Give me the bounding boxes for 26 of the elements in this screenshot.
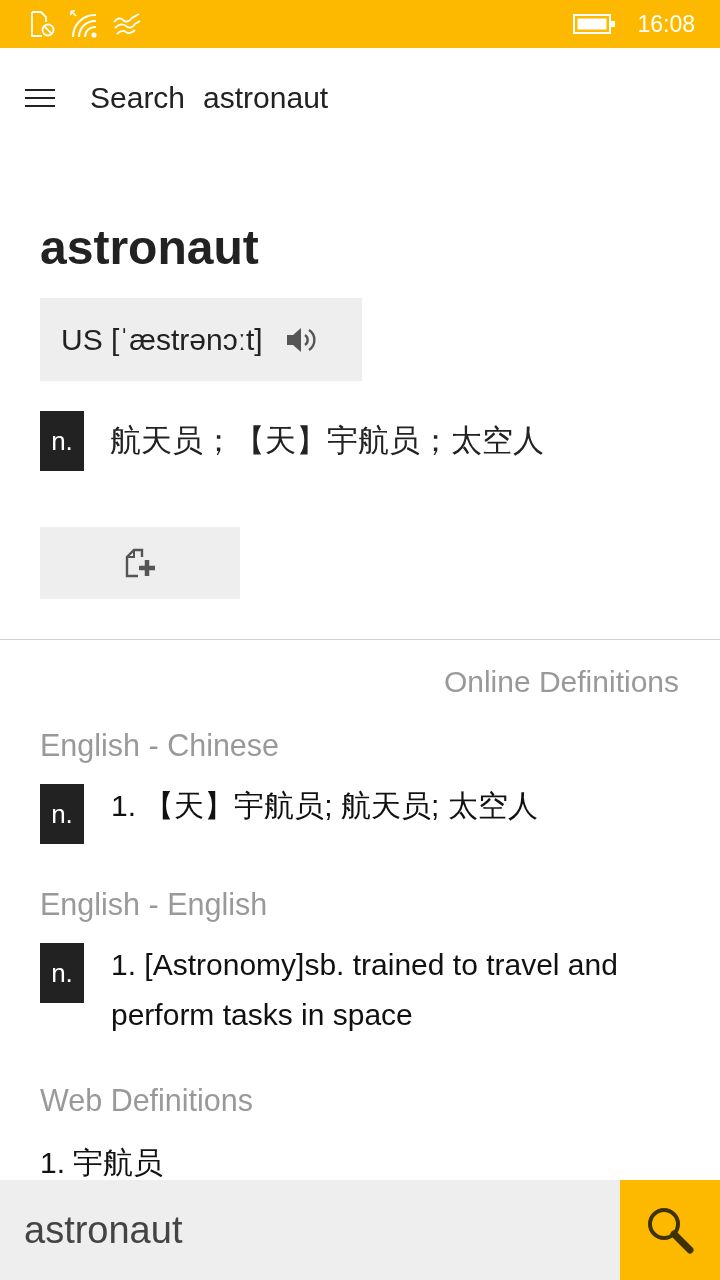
definition-text: 1. 宇航员 — [40, 1145, 164, 1180]
pronunciation-button[interactable]: US [ˈæstrənɔːt] — [40, 298, 362, 381]
part-of-speech-tag: n. — [40, 784, 84, 844]
page-title: Search — [90, 81, 186, 115]
section-heading: English - Chinese — [40, 727, 281, 765]
battery-icon — [573, 14, 616, 34]
wavy-lines-icon — [113, 13, 141, 35]
headword: astronaut — [40, 220, 259, 276]
document-plus-icon — [125, 548, 155, 578]
part-of-speech-tag: n. — [40, 943, 84, 1003]
part-of-speech-tag: n. — [40, 411, 84, 471]
wifi-icon — [69, 10, 99, 38]
definition-text: 1. 【天】宇航员; 航天员; 太空人 — [111, 788, 538, 824]
clock-time: 16:08 — [637, 10, 695, 38]
document-blocked-icon — [31, 11, 55, 37]
definition-text: 1. [Astronomy]sb. trained to travel and perform tasks in space — [111, 947, 619, 1033]
menu-icon — [25, 88, 55, 108]
search-button[interactable] — [620, 1180, 720, 1280]
search-query: astronaut — [203, 81, 329, 115]
search-input[interactable]: astronaut — [0, 1180, 620, 1280]
definition-text: 航天员；【天】宇航员；太空人 — [110, 422, 544, 460]
search-icon — [646, 1206, 694, 1254]
menu-button[interactable] — [25, 88, 55, 108]
section-heading: English - English — [40, 886, 269, 924]
section-heading: Online Definitions — [442, 664, 680, 700]
section-heading: Web Definitions — [40, 1082, 255, 1119]
